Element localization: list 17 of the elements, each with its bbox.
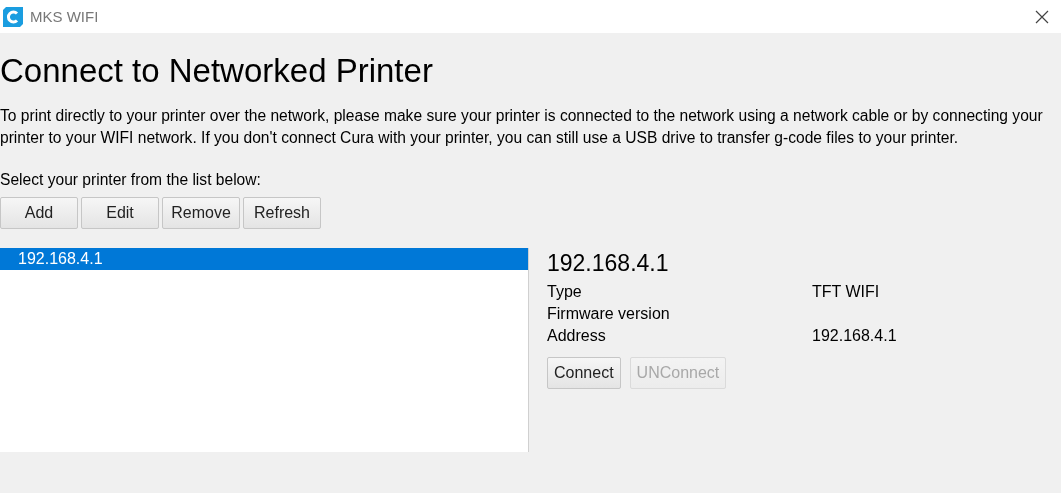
- property-label: Type: [547, 282, 583, 302]
- property-label: Firmware version: [547, 304, 671, 324]
- printer-name: 192.168.4.1: [547, 250, 669, 277]
- list-label: Select your printer from the list below:: [0, 171, 261, 189]
- toolbar-button[interactable]: Refresh: [243, 197, 321, 229]
- toolbar-button[interactable]: Edit: [81, 197, 159, 229]
- toolbar-button[interactable]: Add: [0, 197, 78, 229]
- window-title: MKS WIFI: [30, 8, 100, 25]
- description-text: To print directly to your printer over the network, please make sure your printer is connected to the network using a network cable or by connecting your printer to your WIFI network. If you don't connect Cura with your printer, you can still use a USB drive to transfer g-code files to your printer.: [0, 106, 1044, 148]
- page-heading: Connect to Networked Printer: [0, 51, 433, 91]
- toolbar-button[interactable]: Remove: [162, 197, 240, 229]
- property-label: Address: [547, 326, 607, 346]
- printer-list-item[interactable]: 192.168.4.1: [0, 248, 528, 270]
- action-button[interactable]: Connect: [547, 357, 621, 389]
- property-value: TFT WIFI: [812, 282, 881, 302]
- close-icon[interactable]: [1035, 9, 1049, 24]
- property-value: 192.168.4.1: [812, 326, 897, 346]
